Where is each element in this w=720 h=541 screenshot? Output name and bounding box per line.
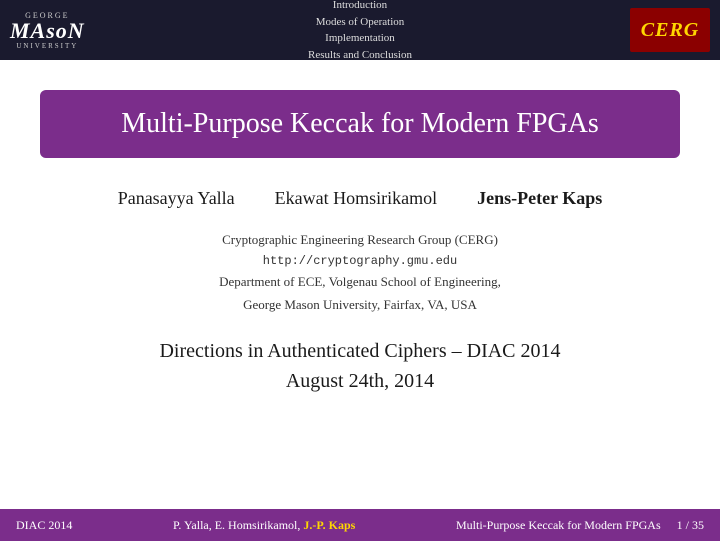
nav-item-impl[interactable]: Implementation [308,30,412,47]
authors-list: Panasayya Yalla Ekawat Homsirikamol Jens… [40,188,680,209]
institution-group: Cryptographic Engineering Research Group… [40,229,680,251]
cerg-logo: CERG [630,8,710,52]
nav-item-intro[interactable]: Introduction [308,0,412,14]
slide-title: Multi-Purpose Keccak for Modern FPGAs [70,108,650,140]
slide-nav: Introduction Modes of Operation Implemen… [308,0,412,63]
slide-content: Multi-Purpose Keccak for Modern FPGAs Pa… [0,60,720,416]
institution-url: http://cryptography.gmu.edu [40,251,680,271]
institution-block: Cryptographic Engineering Research Group… [40,229,680,316]
author-3: Jens-Peter Kaps [477,188,602,209]
author-1: Panasayya Yalla [118,188,235,209]
header-bar: GEORGE MAsoN UNIVERSITY Introduction Mod… [0,0,720,60]
footer-authors: P. Yalla, E. Homsirikamol, J.-P. Kaps [173,518,355,533]
nav-item-modes[interactable]: Modes of Operation [308,14,412,31]
author-2: Ekawat Homsirikamol [275,188,437,209]
university-text: UNIVERSITY [16,42,78,50]
footer-page-number: 1 / 35 [677,518,704,533]
institution-address: George Mason University, Fairfax, VA, US… [40,294,680,316]
footer-authors-highlight: J.-P. Kaps [303,518,355,532]
conference-block: Directions in Authenticated Ciphers – DI… [40,336,680,396]
institution-dept: Department of ECE, Volgenau School of En… [40,271,680,293]
footer-bar: DIAC 2014 P. Yalla, E. Homsirikamol, J.-… [0,509,720,541]
mason-logo-group: GEORGE MAsoN UNIVERSITY [10,11,85,50]
footer-authors-normal: P. Yalla, E. Homsirikamol, [173,518,300,532]
footer-slide-title: Multi-Purpose Keccak for Modern FPGAs [456,518,677,533]
title-box: Multi-Purpose Keccak for Modern FPGAs [40,90,680,158]
mason-logo: GEORGE MAsoN UNIVERSITY [10,11,85,50]
mason-text: MAsoN [10,20,85,42]
nav-item-results[interactable]: Results and Conclusion [308,47,412,64]
footer-event: DIAC 2014 [16,518,72,533]
conference-line1: Directions in Authenticated Ciphers – DI… [40,336,680,366]
footer-right: Multi-Purpose Keccak for Modern FPGAs 1 … [456,518,704,533]
conference-line2: August 24th, 2014 [40,366,680,396]
cerg-text: CERG [641,19,699,42]
